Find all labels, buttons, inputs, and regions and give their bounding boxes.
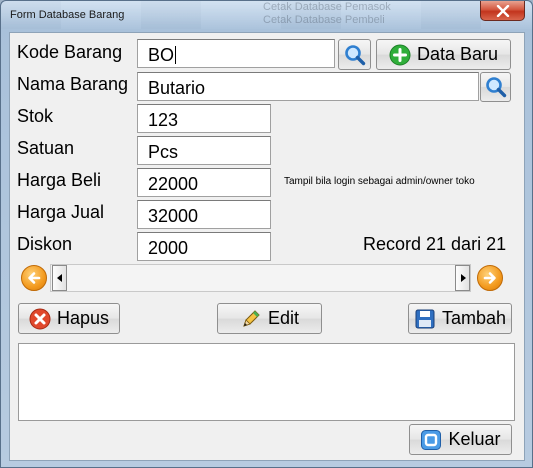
satuan-input[interactable]: Pcs <box>137 136 271 165</box>
label-satuan: Satuan <box>17 138 75 158</box>
x-circle-icon <box>29 308 51 329</box>
harga-beli-input[interactable]: 22000 <box>137 168 271 197</box>
scroll-left-button[interactable] <box>52 265 67 291</box>
background-window-text: Cetak Database Pemasok <box>263 1 391 13</box>
scroll-right-button[interactable] <box>455 265 470 291</box>
next-record-button[interactable] <box>477 265 503 291</box>
close-icon <box>496 4 509 17</box>
pencil-icon <box>243 309 260 327</box>
search-nama-button[interactable] <box>480 72 511 102</box>
triangle-right-icon <box>460 274 466 282</box>
satuan-value: Pcs <box>148 142 179 162</box>
title-bar[interactable]: Form Database Barang Cetak Database Pema… <box>1 1 532 29</box>
label-diskon: Diskon <box>17 234 73 254</box>
text-cursor <box>175 46 177 64</box>
label-harga-beli: Harga Beli <box>17 170 102 190</box>
diskon-input[interactable]: 2000 <box>137 232 271 261</box>
exit-icon <box>421 429 442 450</box>
search-icon <box>485 77 506 98</box>
label-nama-barang: Nama Barang <box>17 74 129 94</box>
notes-textarea[interactable] <box>18 343 515 421</box>
harga-jual-value: 32000 <box>148 206 199 226</box>
search-kode-button[interactable] <box>338 39 371 70</box>
harga-beli-value: 22000 <box>148 174 199 194</box>
hapus-button[interactable]: Hapus <box>18 303 120 334</box>
kode-barang-input[interactable]: BO <box>137 39 335 68</box>
label-harga-jual: Harga Jual <box>17 202 105 222</box>
prev-record-button[interactable] <box>21 265 47 291</box>
record-scrollbar[interactable] <box>50 264 471 292</box>
admin-note: Tampil bila login sebagai admin/owner to… <box>284 176 475 187</box>
keluar-button[interactable]: Keluar <box>409 424 512 455</box>
tambah-button[interactable]: Tambah <box>408 303 512 334</box>
label-kode-barang: Kode Barang <box>17 42 123 62</box>
floppy-disk-icon <box>415 309 435 328</box>
close-button[interactable] <box>480 1 525 21</box>
background-window-text: Cetak Database Pembeli <box>263 14 385 26</box>
stok-input[interactable]: 123 <box>137 104 271 133</box>
search-icon <box>344 44 365 65</box>
nama-barang-value: Butario <box>148 78 206 98</box>
tambah-label: Tambah <box>441 308 507 328</box>
record-indicator: Record 21 dari 21 <box>363 234 507 254</box>
window-title: Form Database Barang <box>10 9 125 21</box>
plus-circle-icon <box>389 44 411 65</box>
harga-jual-input[interactable]: 32000 <box>137 200 271 229</box>
arrow-left-circle-icon <box>28 272 41 284</box>
keluar-label: Keluar <box>448 429 501 449</box>
data-baru-button[interactable]: Data Baru <box>376 39 511 70</box>
label-stok: Stok <box>17 106 54 126</box>
arrow-right-circle-icon <box>483 272 496 284</box>
edit-button[interactable]: Edit <box>217 303 322 334</box>
form-window: Form Database Barang Cetak Database Pema… <box>0 0 533 468</box>
data-baru-label: Data Baru <box>416 44 499 64</box>
triangle-left-icon <box>56 274 62 282</box>
edit-label: Edit <box>267 308 300 328</box>
kode-barang-value: BO <box>148 45 175 65</box>
nama-barang-input[interactable]: Butario <box>137 72 479 101</box>
diskon-value: 2000 <box>148 238 189 258</box>
hapus-label: Hapus <box>56 308 110 328</box>
stok-value: 123 <box>148 110 179 130</box>
